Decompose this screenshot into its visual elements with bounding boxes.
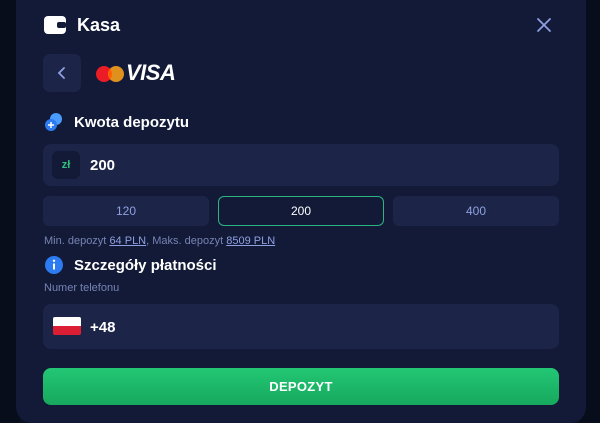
quick-amount-button-selected[interactable]: 200	[218, 196, 384, 226]
modal-title: Kasa	[77, 14, 121, 35]
visa-logo: VISA	[126, 60, 176, 85]
max-deposit-link[interactable]: 8509 PLN	[226, 235, 275, 247]
close-icon[interactable]	[536, 17, 552, 33]
back-button[interactable]	[43, 54, 81, 92]
cashier-modal: Kasa VISA Kwota depozytu zł 200 120 200 …	[16, 0, 586, 423]
poland-flag-icon	[53, 317, 81, 335]
info-icon	[45, 256, 63, 274]
currency-badge: zł	[52, 151, 80, 179]
quick-amount-button[interactable]: 400	[393, 196, 559, 226]
payment-details-heading: Szczegóły płatności	[44, 255, 217, 275]
phone-label: Numer telefonu	[44, 282, 120, 294]
phone-country-code: +48	[90, 319, 116, 336]
min-deposit-label: Min. depozyt	[44, 235, 107, 247]
quick-amount-button[interactable]: 120	[43, 196, 209, 226]
max-deposit-label: , Maks. depozyt	[146, 235, 224, 247]
amount-value: 200	[90, 157, 116, 174]
wallet-icon	[44, 16, 66, 34]
coins-icon	[45, 113, 62, 131]
deposit-button[interactable]: DEPOZYT	[43, 368, 559, 405]
modal-header: Kasa	[44, 12, 120, 38]
phone-input[interactable]: +48	[43, 304, 559, 349]
deposit-limits: Min. depozyt 64 PLN, Maks. depozyt 8509 …	[44, 235, 275, 247]
amount-input[interactable]: zł 200	[43, 144, 559, 186]
min-deposit-link[interactable]: 64 PLN	[109, 235, 146, 247]
deposit-amount-heading: Kwota depozytu	[44, 112, 189, 132]
mastercard-logo	[96, 66, 124, 82]
deposit-amount-title: Kwota depozytu	[74, 113, 189, 131]
payment-details-title: Szczegóły płatności	[74, 256, 217, 274]
chevron-left-icon	[57, 67, 65, 79]
